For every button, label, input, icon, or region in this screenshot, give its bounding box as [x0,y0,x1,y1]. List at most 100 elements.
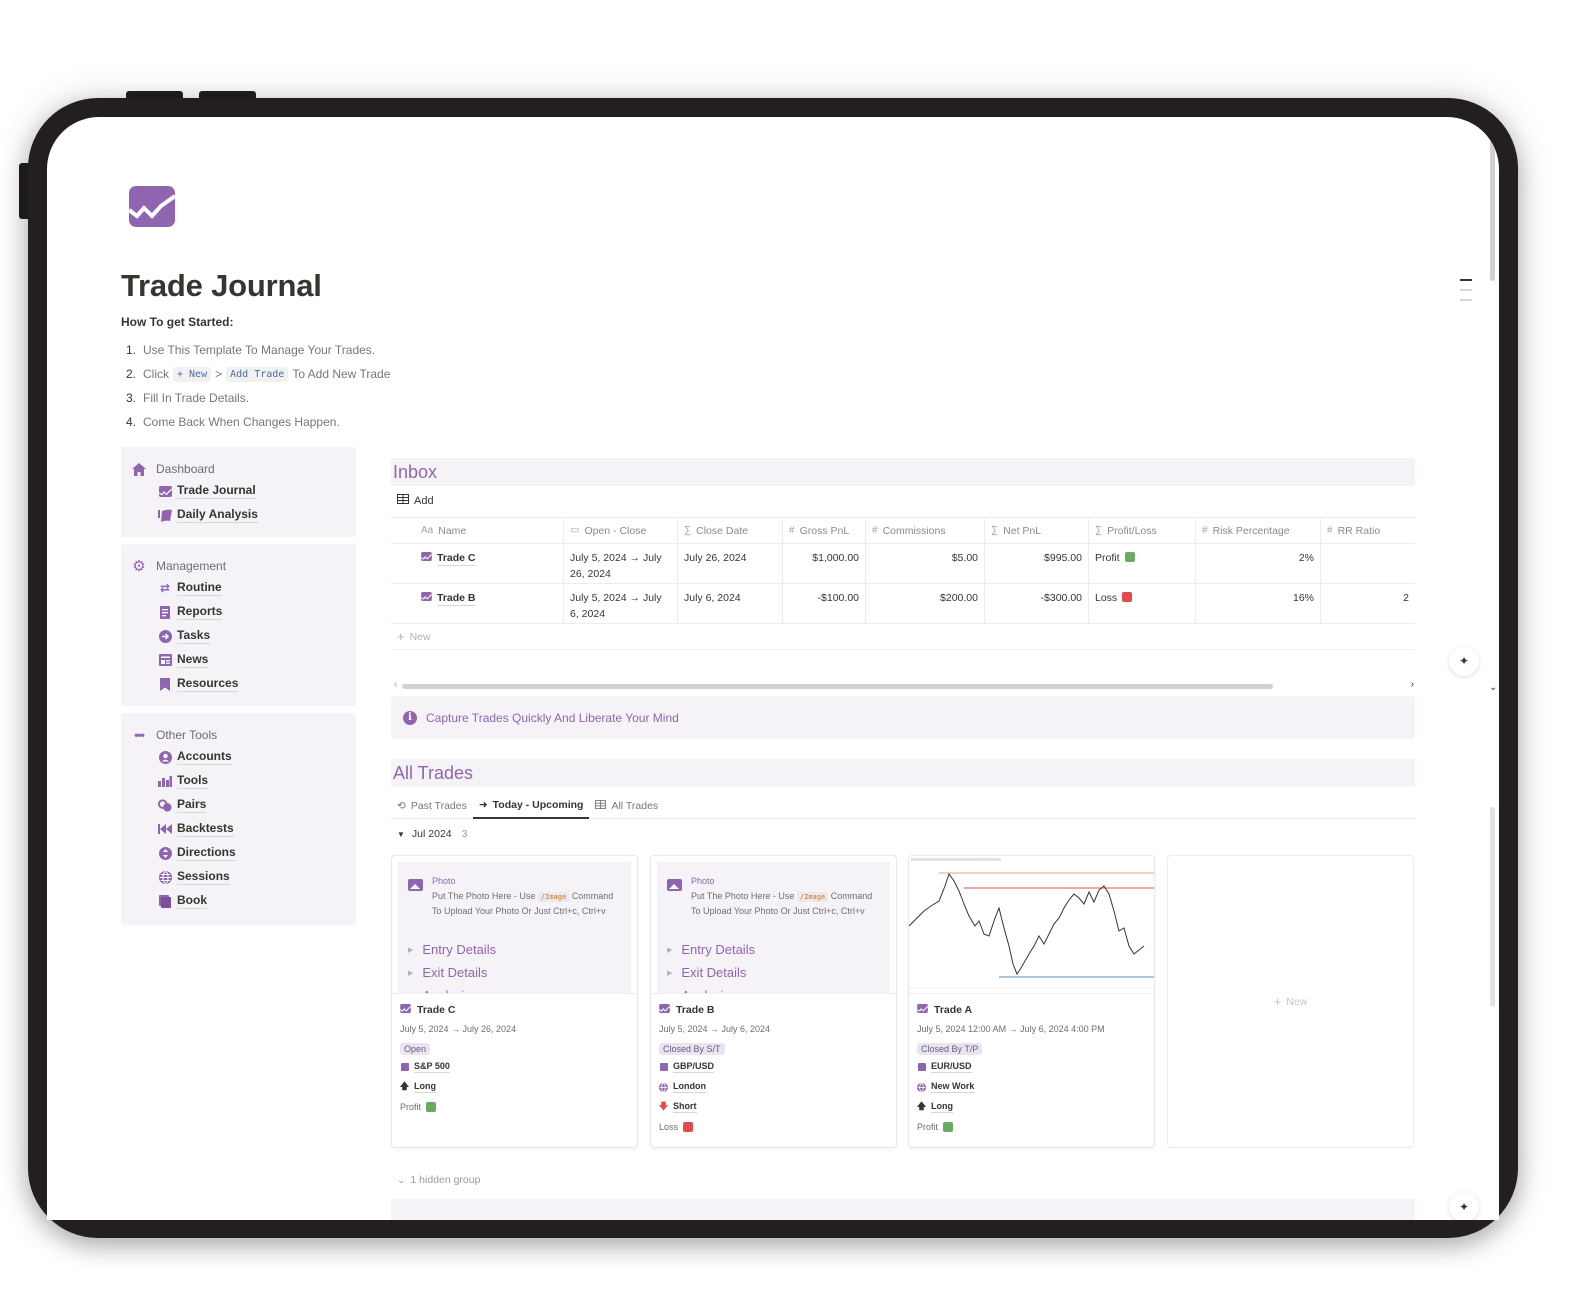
column-header-net-pnl[interactable]: ∑ Net PnL [985,518,1089,543]
step-item: 1. Use This Template To Manage Your Trade… [126,343,376,357]
column-header-gross-pnl[interactable]: # Gross PnL [783,518,866,543]
column-header-risk-percentage[interactable]: # Risk Percentage [1196,518,1321,543]
triangle-right-icon: ▶ [667,992,672,994]
hidden-group-toggle[interactable]: ⌄ 1 hidden group [397,1174,480,1186]
table-row[interactable]: Trade C July 5, 2024 → July 26, 2024 Jul… [391,544,1415,584]
toggle-analysis[interactable]: ▶Analysis [408,988,471,993]
repeat-icon: ⇄ [159,581,171,595]
sidebar-item-trade-journal[interactable]: Trade Journal [121,479,356,503]
card-direction[interactable]: 🡅 Long [917,1097,1146,1117]
table-row[interactable]: Trade B July 5, 2024 → July 6, 2024 July… [391,584,1415,624]
sidebar-item-sessions[interactable]: Sessions [121,865,356,889]
loss-indicator [683,1122,694,1132]
sidebar-item-tasks[interactable]: Tasks [121,624,356,648]
globe-icon [158,870,172,884]
ai-sparkle-button[interactable]: ✦ [1449,646,1479,676]
sidebar-item-pairs[interactable]: Pairs [121,793,356,817]
ai-sparkle-button[interactable]: ✦ [1449,1192,1479,1220]
trade-card-b[interactable]: Photo Put The Photo Here - Use /Image Co… [650,855,897,1148]
sidebar-item-news[interactable]: News [121,648,356,672]
home-icon [131,461,147,477]
toggle-analysis[interactable]: ▶Analysis [667,988,730,994]
cell-net-pnl: -$300.00 [985,584,1089,623]
cell-rr-ratio [1321,544,1415,583]
table-icon [397,494,409,507]
card-result: Profit [400,1097,629,1117]
triangle-down-icon: ▼ [397,829,405,839]
chevron-down-icon[interactable]: ⌄ [1489,682,1497,693]
add-view-button[interactable]: Add [397,494,434,507]
newspaper-icon [158,653,172,667]
card-dates: July 5, 2024 → July 6, 2024 [659,1024,771,1034]
card-direction[interactable]: 🡅 Long [400,1077,629,1097]
column-header-profit-loss[interactable]: ∑ Profit/Loss [1089,518,1196,543]
sidebar-item-directions[interactable]: Directions [121,841,356,865]
sidebar-item-reports[interactable]: Reports [121,600,356,624]
toggle-entry-details[interactable]: ▶ Entry Details [408,942,496,957]
toggle-entry-details[interactable]: ▶ Entry Details [667,942,755,957]
trade-card-a[interactable]: Trade A July 5, 2024 12:00 AM → July 6, … [908,855,1155,1148]
page-scrollbar[interactable] [1490,117,1496,1220]
status-badge: Closed By S/T [659,1043,725,1055]
arrow-up-icon: 🡅 [916,1101,927,1111]
new-card-button[interactable]: + New [1167,855,1414,1148]
tools-icon [158,774,172,788]
scrollbar-thumb[interactable] [402,684,1273,689]
trade-card-c[interactable]: Photo Put The Photo Here - Use /Image Co… [391,855,638,1148]
group-count: 3 [461,828,468,840]
card-session[interactable]: New Work [917,1077,1146,1097]
sidebar-item-tools[interactable]: Tools [121,769,356,793]
card-direction[interactable]: 🡇 Short [659,1097,888,1117]
column-header-name[interactable]: Aa Name [391,518,564,543]
cell-profit-loss: Loss [1089,584,1196,623]
row-name-link[interactable]: Trade B [420,590,557,606]
tab-today-upcoming[interactable]: ➜ Today - Upcoming [472,793,590,819]
chevron-down-icon: ⌄ [397,1174,406,1186]
card-pair[interactable]: GBP/USD [659,1057,888,1077]
globe-icon [917,1082,926,1092]
scroll-left-icon[interactable]: ‹ [394,679,397,690]
card-pair[interactable]: EUR/USD [917,1057,1146,1077]
column-header-commissions[interactable]: # Commissions [866,518,985,543]
sidebar-item-accounts[interactable]: Accounts [121,745,356,769]
step-item: 4. Come Back When Changes Happen. [126,415,340,429]
toggle-exit-details[interactable]: ▶ Exit Details [408,965,487,980]
sidebar-heading-dashboard[interactable]: Dashboard [121,459,356,479]
cell-net-pnl: $995.00 [985,544,1089,583]
status-badge: Open [400,1043,431,1055]
new-row-button[interactable]: + New [391,624,1415,650]
row-name-link[interactable]: Trade C [420,550,557,566]
toggle-exit-details[interactable]: ▶ Exit Details [667,965,746,980]
sidebar-item-daily-analysis[interactable]: Daily Analysis [121,503,356,527]
table-of-contents-indicator[interactable] [1460,279,1472,309]
chart-icon [158,484,172,498]
cell-rr-ratio: 2 [1403,592,1409,604]
column-header-rr-ratio[interactable]: # RR Ratio [1321,518,1415,543]
inline-code-add-trade: Add Trade [226,366,289,382]
sidebar-item-routine[interactable]: ⇄ Routine [121,576,356,600]
chart-icon [420,550,433,566]
sidebar-heading-management[interactable]: ⚙ Management [121,556,356,576]
rewind-icon [158,822,172,836]
sidebar-item-book[interactable]: Book [121,889,356,913]
table-header-row: Aa Name ▭ Open - Close ∑ Close Date # Gross … [391,518,1415,544]
card-pair[interactable]: S&P 500 [400,1057,629,1077]
triangle-right-icon: ▶ [408,946,414,954]
card-session[interactable]: London [659,1077,888,1097]
tab-past-trades[interactable]: ⟲ Past Trades [391,793,473,819]
column-header-close-date[interactable]: ∑ Close Date [678,518,783,543]
table-horizontal-scrollbar[interactable]: ‹ › [394,679,1414,692]
scroll-right-icon[interactable]: › [1411,679,1414,690]
sidebar-item-resources[interactable]: Resources [121,672,356,696]
sidebar-item-backtests[interactable]: Backtests [121,817,356,841]
price-chart-screenshot [909,856,1154,993]
sidebar-heading-other-tools[interactable]: ••• Other Tools [121,725,356,745]
column-header-open-close[interactable]: ▭ Open - Close [564,518,678,543]
inbox-table: Aa Name ▭ Open - Close ∑ Close Date # Gross … [391,517,1415,650]
view-tabs: ⟲ Past Trades ➜ Today - Upcoming All Trade… [391,793,1415,819]
scrollbar-thumb[interactable] [1490,121,1495,281]
tab-all-trades[interactable]: All Trades [589,793,664,819]
group-toggle-jul-2024[interactable]: ▼ Jul 2024 3 [397,828,467,840]
bottom-callout: i [391,1199,1415,1220]
arrow-circle-icon [158,629,172,643]
